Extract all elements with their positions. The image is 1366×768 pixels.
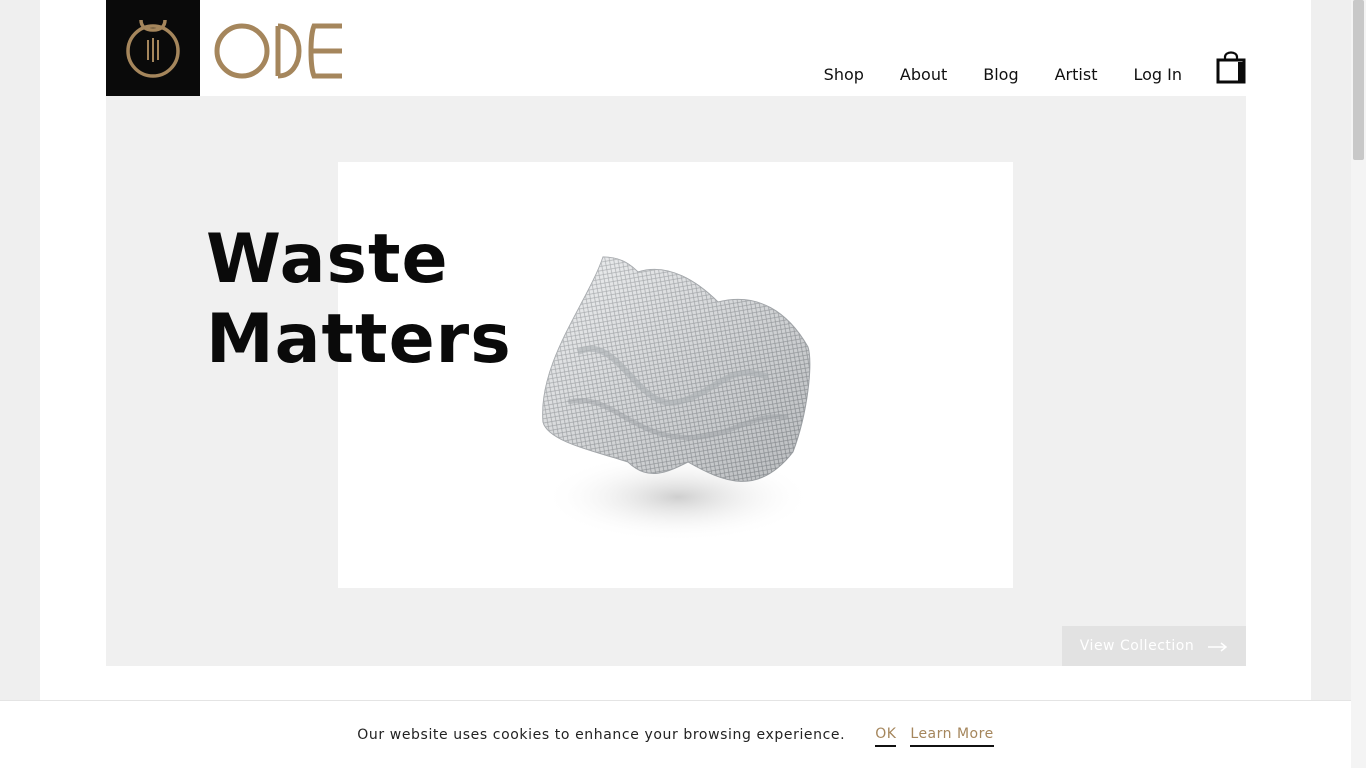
cookie-message: Our website uses cookies to enhance your… xyxy=(357,726,846,743)
vase-logo-icon xyxy=(126,19,180,78)
arrow-right-icon xyxy=(1208,637,1228,656)
logo-mark[interactable] xyxy=(106,0,200,96)
nav-shop[interactable]: Shop xyxy=(824,64,864,86)
ode-wordmark-icon xyxy=(214,23,342,79)
shopping-bag-icon xyxy=(1216,51,1246,84)
view-collection-button[interactable]: View Collection xyxy=(1062,626,1246,666)
page-container: Shop About Blog Artist Log In Waste Matt… xyxy=(40,0,1311,768)
nav-about[interactable]: About xyxy=(900,64,947,86)
hero-title-line-1: Waste xyxy=(206,220,449,299)
main-nav: Shop About Blog Artist Log In xyxy=(788,64,1182,86)
hero-title: Waste Matters xyxy=(206,220,512,380)
nav-blog[interactable]: Blog xyxy=(983,64,1018,86)
hero-section: Waste Matters View Collection xyxy=(106,96,1246,666)
cookie-banner: Our website uses cookies to enhance your… xyxy=(0,700,1351,768)
scrollbar-thumb[interactable] xyxy=(1353,0,1364,160)
cookie-ok-button[interactable]: OK xyxy=(875,726,897,747)
site-header: Shop About Blog Artist Log In xyxy=(106,0,1246,96)
hero-title-line-2: Matters xyxy=(206,300,512,379)
view-collection-label: View Collection xyxy=(1079,638,1195,654)
cart-button[interactable] xyxy=(1216,50,1246,84)
nav-login[interactable]: Log In xyxy=(1133,64,1182,86)
nav-artist[interactable]: Artist xyxy=(1055,64,1098,86)
logo-wordmark[interactable] xyxy=(214,18,346,86)
cookie-learn-more-link[interactable]: Learn More xyxy=(910,726,994,747)
